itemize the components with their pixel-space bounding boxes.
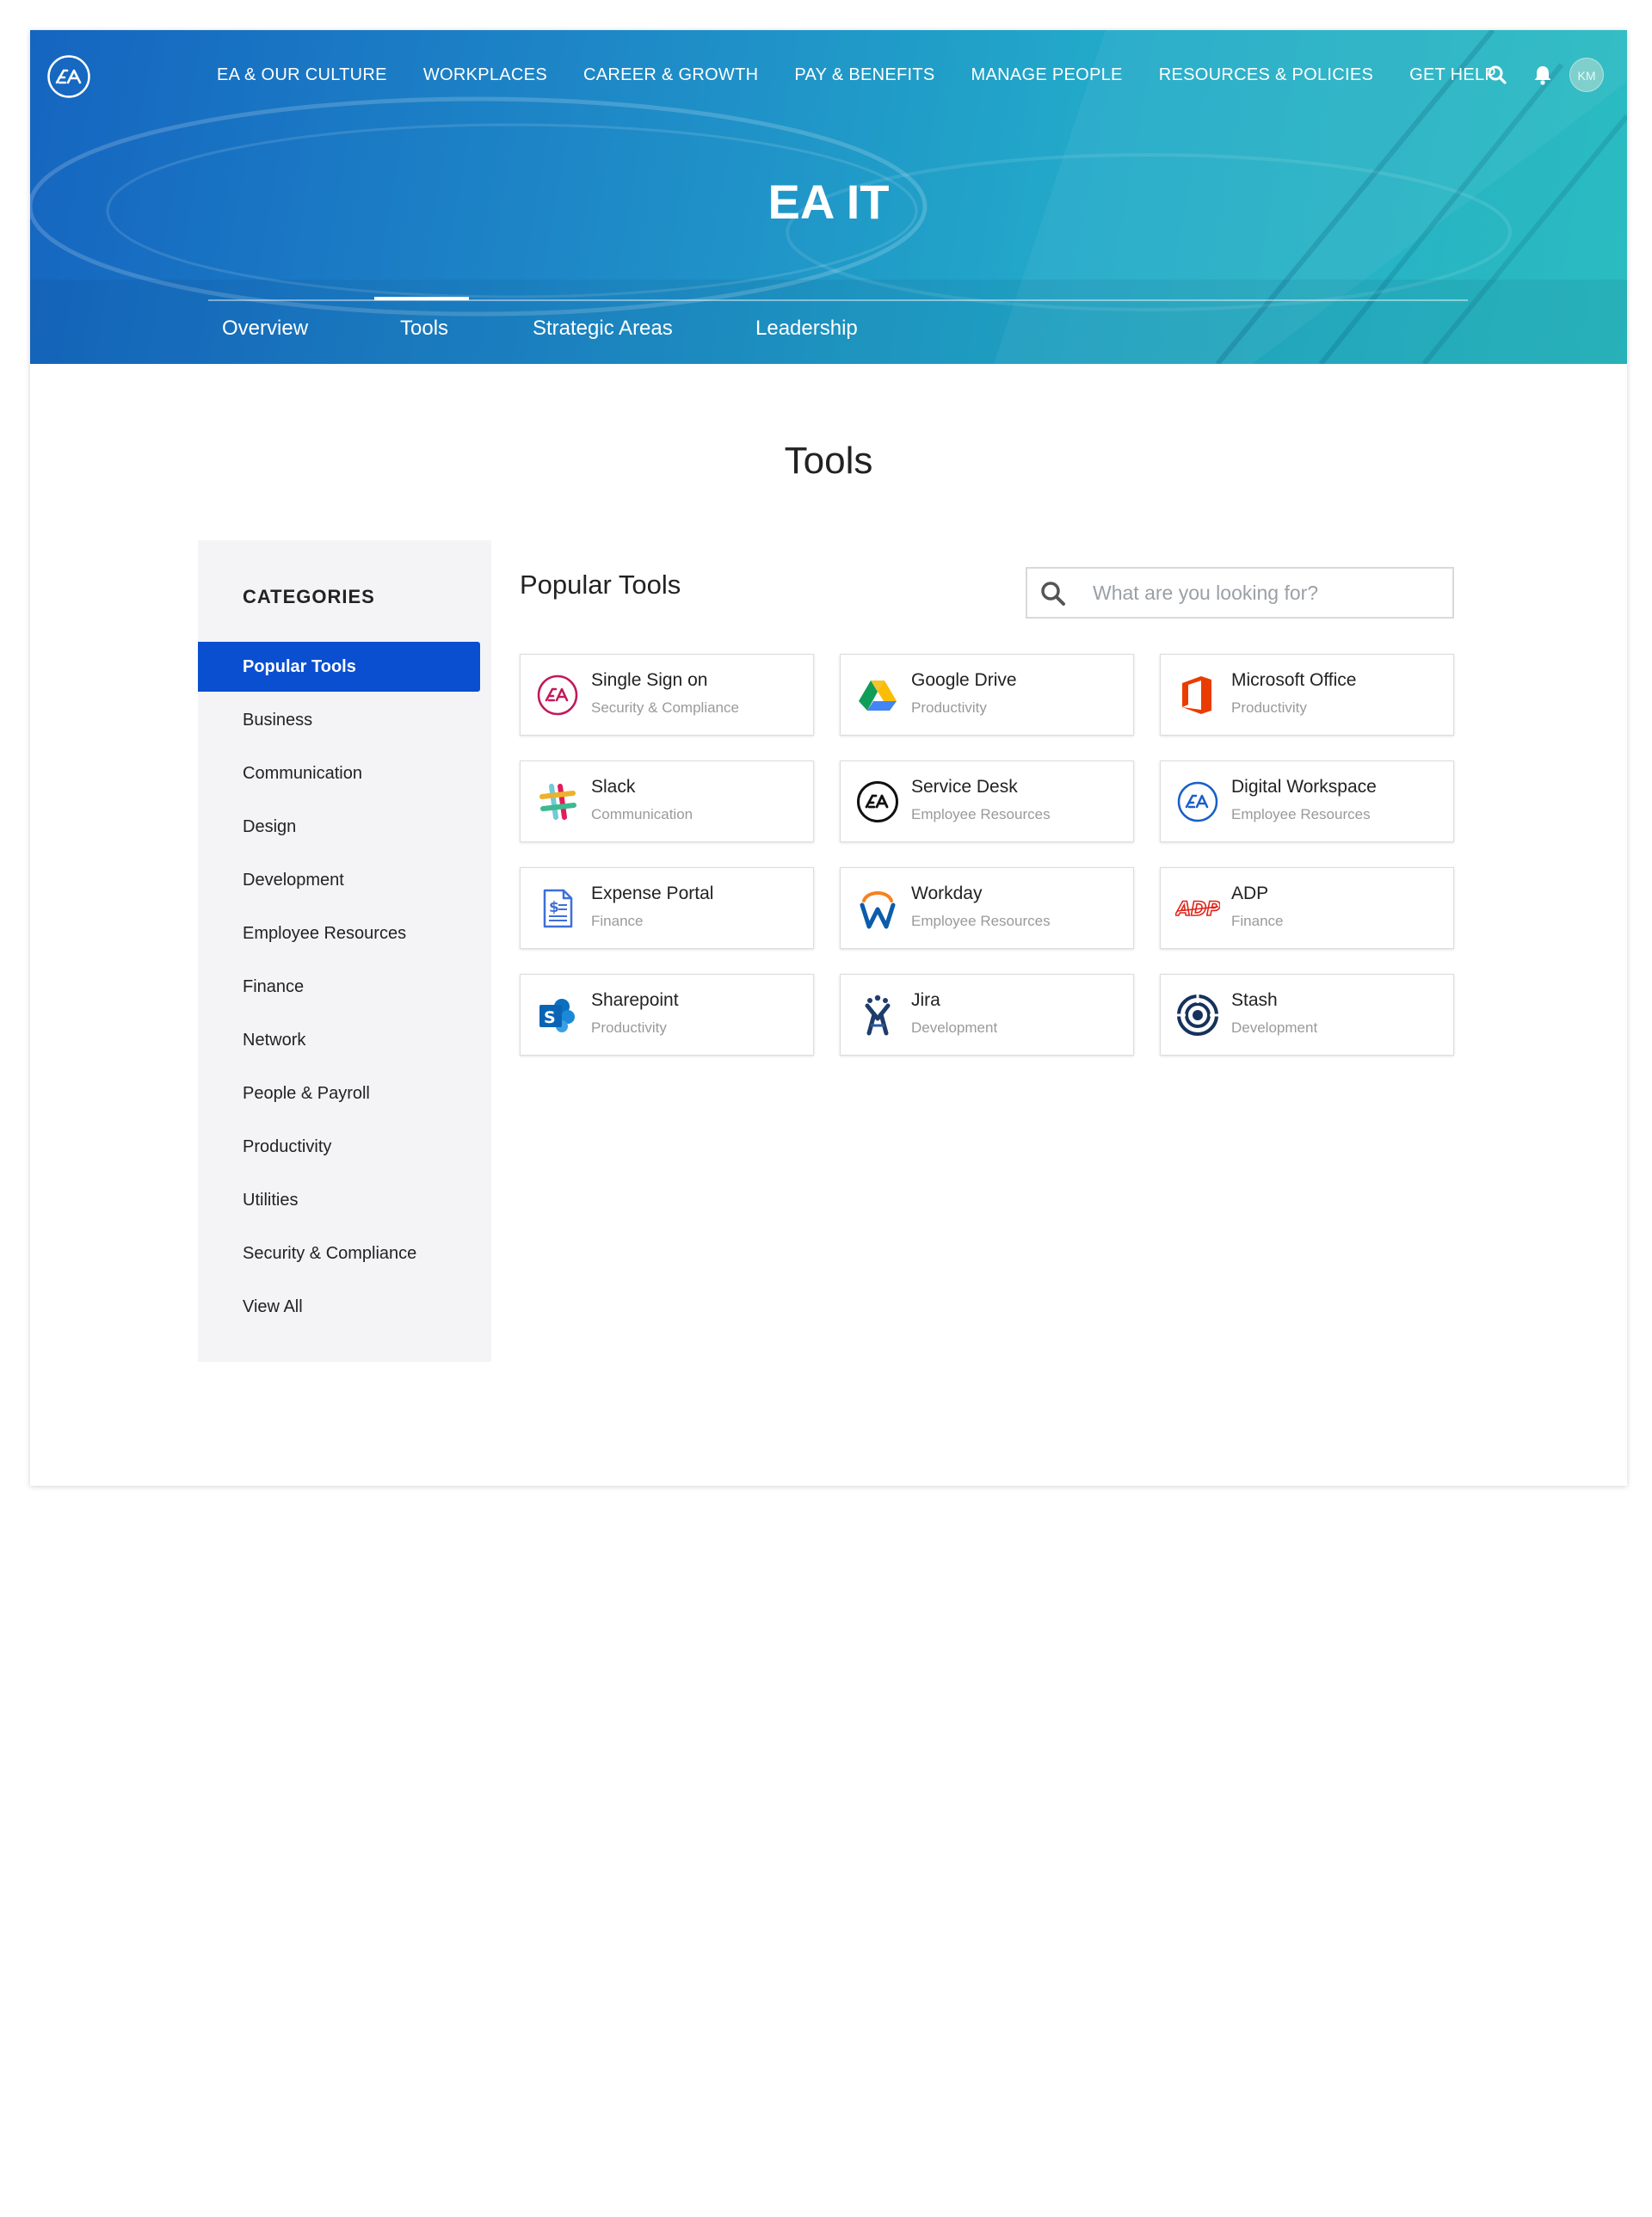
tool-name: Sharepoint bbox=[591, 990, 679, 1010]
category-network[interactable]: Network bbox=[198, 1015, 480, 1065]
tab-overview[interactable]: Overview bbox=[222, 313, 308, 344]
tool-name: Microsoft Office bbox=[1231, 670, 1357, 690]
tool-card-single-sign-on[interactable]: Single Sign on Security & Compliance bbox=[520, 654, 814, 736]
tool-category: Security & Compliance bbox=[591, 699, 739, 716]
category-security-compliance[interactable]: Security & Compliance bbox=[198, 1229, 480, 1278]
page-title: Tools bbox=[784, 440, 873, 482]
svg-text:S: S bbox=[544, 1008, 556, 1027]
tool-card-expense-portal[interactable]: $ Expense Portal Finance bbox=[520, 867, 814, 949]
category-communication[interactable]: Communication bbox=[198, 748, 480, 798]
hero-title: EA IT bbox=[767, 175, 890, 229]
tool-category: Productivity bbox=[591, 1019, 667, 1036]
tool-category: Finance bbox=[591, 913, 644, 929]
tool-search-box[interactable] bbox=[1026, 567, 1454, 619]
tool-category: Development bbox=[911, 1019, 998, 1036]
user-avatar[interactable]: KM bbox=[1569, 58, 1604, 92]
ea-digital-workspace-icon bbox=[1177, 781, 1218, 822]
sharepoint-icon: S bbox=[539, 999, 575, 1032]
category-popular-tools[interactable]: Popular Tools bbox=[198, 642, 480, 692]
sidebar-heading: CATEGORIES bbox=[243, 586, 375, 607]
nav-manage-people[interactable]: MANAGE PEOPLE bbox=[971, 62, 1123, 88]
tool-card-sharepoint[interactable]: S Sharepoint Productivity bbox=[520, 974, 814, 1056]
tool-name: Slack bbox=[591, 777, 636, 797]
ea-sso-icon bbox=[537, 674, 578, 716]
adp-icon: ADP bbox=[1175, 898, 1220, 921]
category-people-payroll[interactable]: People & Payroll bbox=[198, 1068, 480, 1118]
main-nav: EA & OUR CULTURE WORKPLACES CAREER & GRO… bbox=[217, 62, 1496, 88]
tool-card-service-desk[interactable]: Service Desk Employee Resources bbox=[840, 761, 1134, 842]
svg-text:$: $ bbox=[549, 899, 559, 916]
tool-name: Jira bbox=[911, 990, 940, 1010]
tool-card-microsoft-office[interactable]: Microsoft Office Productivity bbox=[1160, 654, 1454, 736]
category-productivity[interactable]: Productivity bbox=[198, 1122, 480, 1172]
slack-icon bbox=[539, 784, 576, 820]
tool-name: ADP bbox=[1231, 884, 1269, 903]
tool-category: Employee Resources bbox=[1231, 806, 1371, 822]
nav-get-help[interactable]: GET HELP bbox=[1409, 62, 1496, 88]
tool-category: Development bbox=[1231, 1019, 1318, 1036]
tool-name: Google Drive bbox=[911, 670, 1017, 690]
tool-name: Service Desk bbox=[911, 777, 1018, 797]
nav-resources-policies[interactable]: RESOURCES & POLICIES bbox=[1159, 62, 1373, 88]
workday-icon bbox=[860, 891, 896, 929]
notification-bell-icon[interactable] bbox=[1531, 63, 1555, 87]
ea-logo-icon[interactable] bbox=[46, 54, 91, 99]
nav-ea-culture[interactable]: EA & OUR CULTURE bbox=[217, 62, 387, 88]
tool-card-workday[interactable]: Workday Employee Resources bbox=[840, 867, 1134, 949]
tool-category: Employee Resources bbox=[911, 913, 1051, 929]
tool-card-google-drive[interactable]: Google Drive Productivity bbox=[840, 654, 1134, 736]
category-business[interactable]: Business bbox=[198, 695, 480, 745]
category-utilities[interactable]: Utilities bbox=[198, 1175, 480, 1225]
ea-service-desk-icon bbox=[857, 781, 898, 822]
search-icon[interactable] bbox=[1485, 63, 1509, 87]
tool-card-adp[interactable]: ADP ADP Finance bbox=[1160, 867, 1454, 949]
subnav-active-indicator bbox=[374, 297, 469, 300]
tool-name: Workday bbox=[911, 884, 983, 903]
tool-category: Productivity bbox=[1231, 699, 1307, 716]
tool-category: Employee Resources bbox=[911, 806, 1051, 822]
microsoft-office-icon bbox=[1182, 676, 1211, 714]
stash-icon bbox=[1177, 995, 1218, 1036]
tool-card-jira[interactable]: Jira Development bbox=[840, 974, 1134, 1056]
tool-name: Digital Workspace bbox=[1231, 777, 1377, 797]
tool-category: Productivity bbox=[911, 699, 987, 716]
tab-leadership[interactable]: Leadership bbox=[755, 313, 858, 344]
tab-tools[interactable]: Tools bbox=[400, 313, 448, 344]
nav-career-growth[interactable]: CAREER & GROWTH bbox=[583, 62, 758, 88]
expense-document-icon: $ bbox=[543, 889, 573, 928]
category-employee-resources[interactable]: Employee Resources bbox=[198, 908, 480, 958]
search-input[interactable] bbox=[1093, 569, 1437, 617]
category-design[interactable]: Design bbox=[198, 802, 480, 852]
nav-pay-benefits[interactable]: PAY & BENEFITS bbox=[794, 62, 934, 88]
tab-strategic-areas[interactable]: Strategic Areas bbox=[533, 313, 673, 344]
tool-category: Communication bbox=[591, 806, 693, 822]
tool-card-slack[interactable]: Slack Communication bbox=[520, 761, 814, 842]
category-view-all[interactable]: View All bbox=[198, 1282, 480, 1332]
tool-category: Finance bbox=[1231, 913, 1284, 929]
tool-name: Stash bbox=[1231, 990, 1278, 1010]
tool-name: Expense Portal bbox=[591, 884, 714, 903]
nav-workplaces[interactable]: WORKPLACES bbox=[423, 62, 547, 88]
categories-sidebar: CATEGORIES Popular Tools Business Commun… bbox=[198, 540, 491, 1362]
category-finance[interactable]: Finance bbox=[198, 962, 480, 1012]
page-frame: EA & OUR CULTURE WORKPLACES CAREER & GRO… bbox=[30, 30, 1627, 1486]
tool-card-digital-workspace[interactable]: Digital Workspace Employee Resources bbox=[1160, 761, 1454, 842]
tool-card-stash[interactable]: Stash Development bbox=[1160, 974, 1454, 1056]
google-drive-icon bbox=[859, 680, 897, 711]
svg-text:ADP: ADP bbox=[1175, 899, 1220, 921]
search-icon bbox=[1041, 582, 1065, 606]
tool-name: Single Sign on bbox=[591, 670, 708, 690]
jira-icon bbox=[865, 995, 891, 1036]
hero-banner: EA & OUR CULTURE WORKPLACES CAREER & GRO… bbox=[30, 30, 1627, 364]
section-title: Popular Tools bbox=[520, 570, 681, 600]
category-development[interactable]: Development bbox=[198, 855, 480, 905]
